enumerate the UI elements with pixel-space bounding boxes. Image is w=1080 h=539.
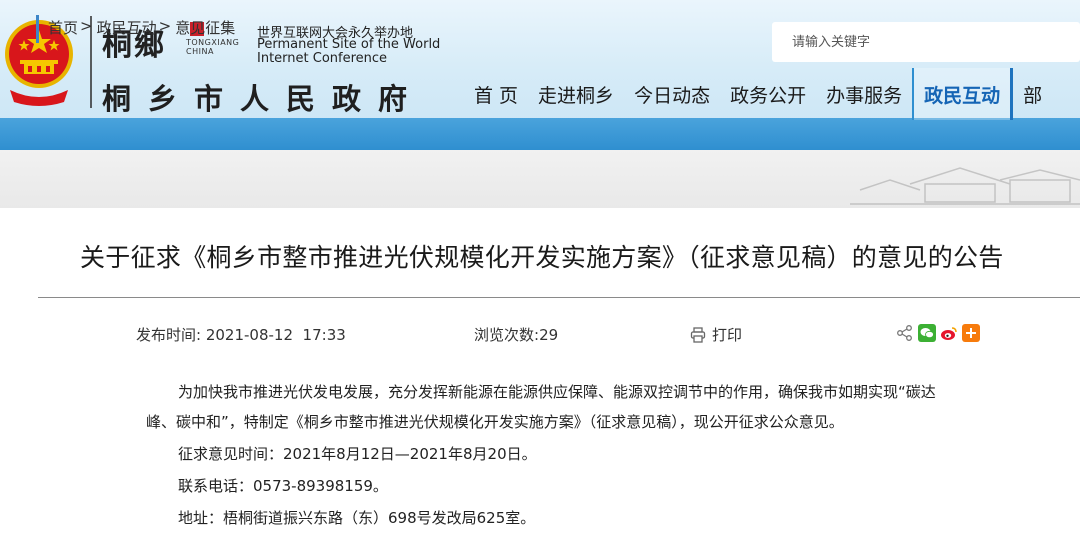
logo-pinyin-line1: TONGXIANG	[186, 38, 240, 47]
article-paragraph-1-cont: 峰、碳中和”，特制定《桐乡市整市推进光伏规模化开发实施方案》（征求意见稿），现公…	[146, 413, 844, 431]
weibo-icon[interactable]	[940, 324, 958, 342]
publish-time-label: 发布时间:	[136, 326, 202, 344]
nav-item-about[interactable]: 走进桐乡	[528, 68, 624, 120]
share-bar	[896, 324, 980, 342]
header-band	[0, 118, 1080, 150]
search-box[interactable]	[772, 22, 1080, 62]
logo-pinyin-line2: CHINA	[186, 47, 214, 56]
nav-item-home[interactable]: 首 页	[464, 68, 528, 120]
wic-english-line2: Internet Conference	[257, 51, 388, 66]
wechat-icon[interactable]	[918, 324, 936, 342]
title-divider	[38, 297, 1080, 298]
wic-english-line1: Permanent Site of the World	[257, 37, 441, 52]
share-icon[interactable]	[896, 324, 914, 342]
article-title: 关于征求《桐乡市整市推进光伏规模化开发实施方案》（征求意见稿）的意见的公告	[80, 243, 1004, 272]
nav-item-interaction[interactable]: 政民互动	[912, 68, 1014, 120]
publish-time-value: 2021-08-12 17:33	[205, 326, 346, 344]
article-contact-phone: 联系电话：0573-89398159。	[178, 477, 388, 495]
print-button[interactable]: 打印	[690, 324, 742, 345]
breadcrumb-accent	[36, 15, 39, 43]
nav-item-more[interactable]: 部	[1013, 68, 1052, 120]
logo-pinyin: TONGXIANG CHINA	[186, 38, 239, 56]
article-consultation-period: 征求意见时间：2021年8月12日—2021年8月20日。	[178, 445, 537, 463]
architecture-illustration	[850, 167, 1080, 205]
publish-time: 发布时间: 2021-08-12 17:33	[136, 324, 346, 345]
breadcrumb-separator: >	[158, 17, 172, 35]
breadcrumb-home[interactable]: 首页	[48, 17, 78, 38]
breadcrumb-interaction[interactable]: 政民互动	[97, 17, 157, 38]
site-title: 桐乡市人民政府	[102, 82, 425, 116]
article-address: 地址：梧桐街道振兴东路（东）698号发改局625室。	[178, 509, 536, 527]
view-count-value: 29	[539, 326, 559, 344]
breadcrumb: 首页 > 政民互动 > 意见征集	[48, 17, 235, 38]
nav-item-gov-affairs[interactable]: 政务公开	[720, 68, 816, 120]
nav-item-news[interactable]: 今日动态	[624, 68, 720, 120]
search-input[interactable]	[772, 22, 1080, 62]
article-paragraph-1: 为加快我市推进光伏发电发展，充分发挥新能源在能源供应保障、能源双控调节中的作用，…	[178, 383, 936, 401]
wic-english-text: Permanent Site of the World Internet Con…	[257, 38, 440, 66]
view-count-label: 浏览次数:	[474, 326, 540, 344]
printer-icon	[690, 326, 706, 343]
print-label: 打印	[712, 326, 743, 344]
breadcrumb-current[interactable]: 意见征集	[175, 17, 235, 38]
view-count: 浏览次数:29	[474, 324, 558, 345]
main-nav: 首 页 走进桐乡 今日动态 政务公开 办事服务 政民互动 部	[464, 68, 1052, 120]
nav-item-services[interactable]: 办事服务	[816, 68, 912, 120]
plus-share-icon[interactable]	[962, 324, 980, 342]
breadcrumb-separator: >	[80, 17, 93, 35]
